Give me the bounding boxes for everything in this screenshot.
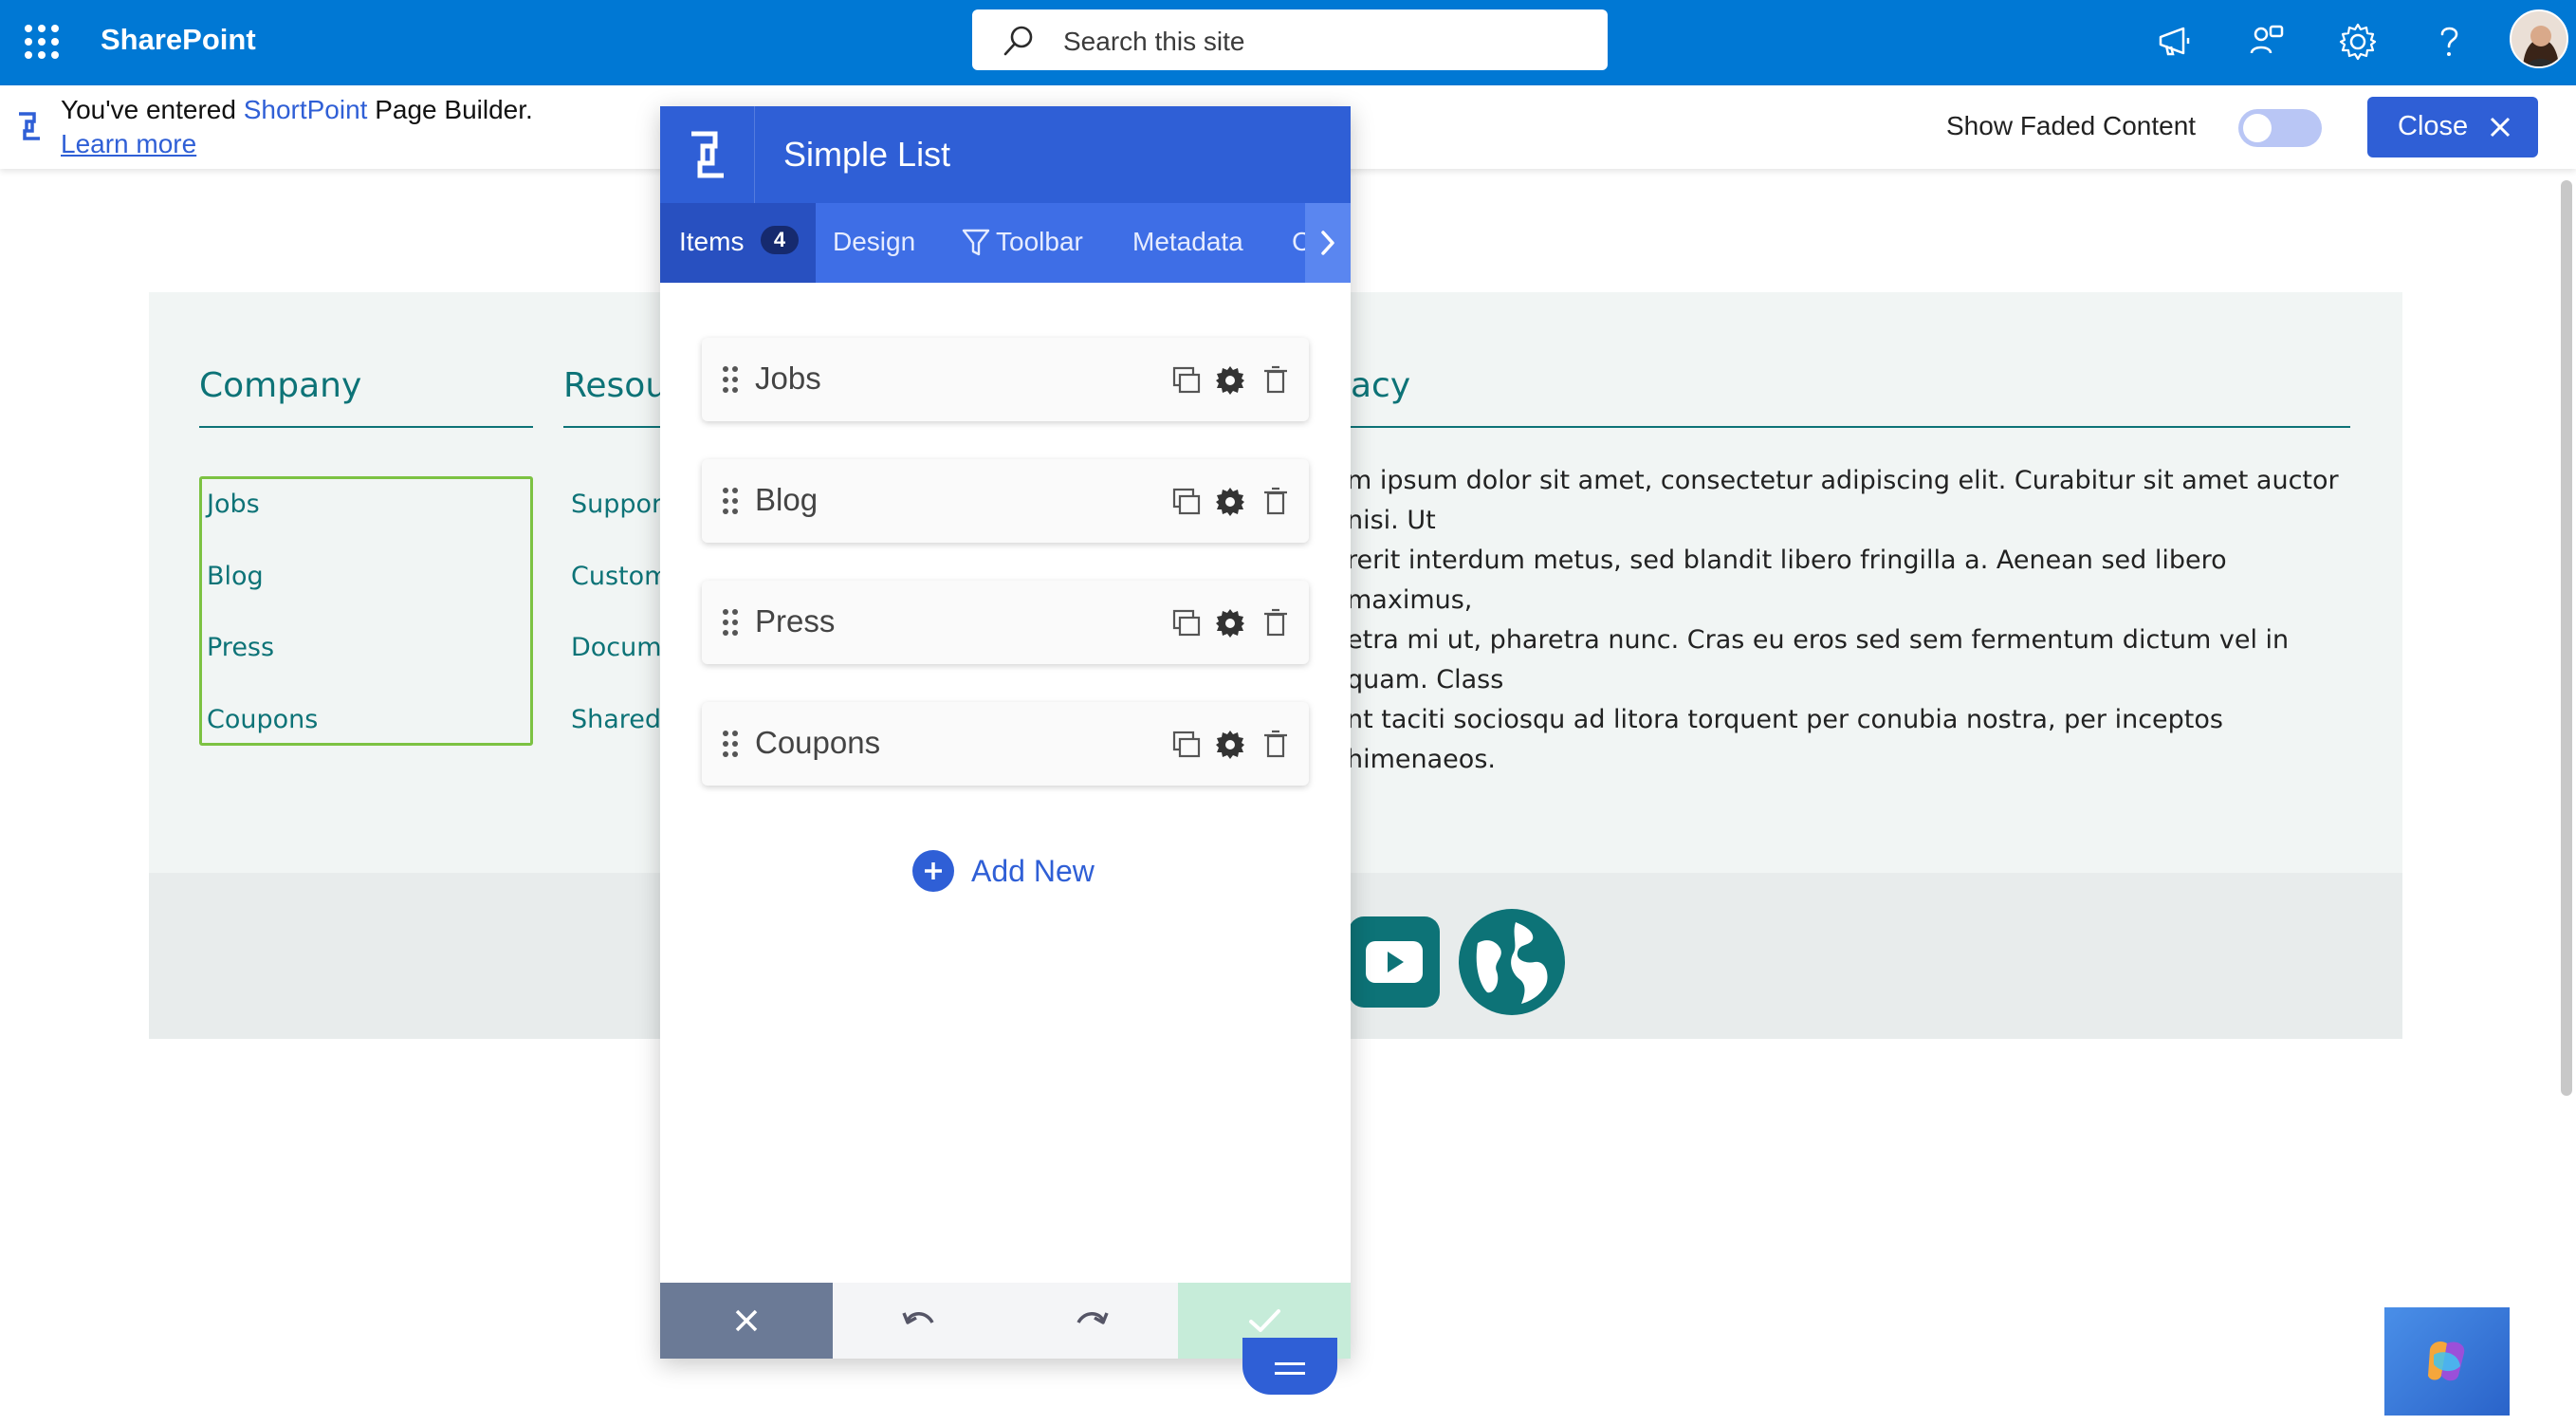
footer-link-support[interactable]: Suppor [571, 490, 662, 519]
column-title-privacy: acy [1351, 366, 1411, 405]
drag-handle-icon[interactable] [723, 731, 738, 757]
privacy-text: m ipsum dolor sit amet, consectetur adip… [1347, 466, 2339, 774]
tab-more[interactable]: C [1277, 203, 1311, 283]
list-item-label: Blog [755, 482, 819, 517]
show-faded-content-toggle[interactable] [2238, 109, 2322, 147]
help-icon[interactable] [2428, 21, 2470, 63]
tab-design[interactable]: Design [816, 203, 948, 283]
items-count-badge: 4 [761, 226, 799, 254]
undo-icon [902, 1312, 934, 1324]
list-item[interactable]: Coupons [702, 702, 1309, 786]
waffle-icon[interactable] [21, 21, 59, 59]
share-network-icon[interactable] [2246, 21, 2288, 63]
settings-gear-icon[interactable] [1214, 486, 1246, 518]
duplicate-icon[interactable] [1170, 729, 1203, 761]
editor-tabs: Items 4 Design Toolbar Metadata C [660, 203, 1351, 283]
tabs-scroll-right-button[interactable] [1305, 203, 1351, 283]
copilot-icon[interactable] [2384, 1307, 2510, 1416]
delete-icon[interactable] [1260, 607, 1292, 639]
editor-header: Simple List [660, 106, 1351, 203]
drag-handle-icon[interactable] [723, 609, 738, 636]
suite-bar: SharePoint Search this site [0, 0, 2576, 85]
footer-link-press[interactable]: Press [207, 633, 274, 662]
tab-metadata[interactable]: Metadata [1115, 203, 1277, 283]
avatar[interactable] [2510, 9, 2568, 68]
gear-icon[interactable] [2337, 21, 2379, 63]
settings-gear-icon[interactable] [1214, 607, 1246, 639]
app-title[interactable]: SharePoint [101, 23, 256, 57]
column-divider [1351, 426, 2350, 428]
redo-icon [1076, 1312, 1109, 1324]
learn-more-link[interactable]: Learn more [61, 129, 196, 159]
tab-toolbar[interactable]: Toolbar [948, 203, 1115, 283]
list-item-label: Coupons [755, 725, 881, 760]
list-item[interactable]: Jobs [702, 338, 1309, 421]
duplicate-icon[interactable] [1170, 486, 1203, 518]
footer-link-jobs[interactable]: Jobs [207, 490, 260, 519]
search-placeholder: Search this site [1063, 27, 1245, 56]
chevron-right-icon [1321, 231, 1334, 255]
megaphone-icon[interactable] [2155, 21, 2197, 63]
settings-gear-icon[interactable] [1214, 729, 1246, 761]
shortpoint-logo-icon [19, 112, 40, 140]
shortpoint-logo-icon [660, 106, 755, 203]
drag-handle-icon[interactable] [723, 366, 738, 393]
builder-menu-button[interactable] [1242, 1338, 1337, 1395]
footer-link-blog[interactable]: Blog [207, 562, 264, 591]
footer-link-shared[interactable]: Shared [571, 705, 661, 734]
delete-icon[interactable] [1260, 486, 1292, 518]
delete-icon[interactable] [1260, 729, 1292, 761]
settings-gear-icon[interactable] [1214, 364, 1246, 397]
plus-circle-icon [912, 850, 954, 892]
search-input[interactable]: Search this site [972, 9, 1608, 70]
list-item[interactable]: Blog [702, 459, 1309, 543]
footer-link-coupons[interactable]: Coupons [207, 705, 318, 734]
close-button[interactable]: Close [2367, 97, 2538, 157]
column-divider [563, 426, 668, 428]
duplicate-icon[interactable] [1170, 364, 1203, 397]
builder-notice: You've entered ShortPoint Page Builder. [61, 95, 533, 124]
column-divider [199, 426, 533, 428]
editor-title: Simple List [783, 135, 951, 174]
close-icon [735, 1309, 758, 1332]
footer-link-customers[interactable]: Custom [571, 562, 669, 591]
show-faded-content-label: Show Faded Content [1946, 111, 2197, 140]
list-item-label: Jobs [755, 361, 821, 396]
column-title-resources: Resou [563, 366, 668, 405]
redo-button[interactable] [1005, 1283, 1178, 1359]
globe-icon[interactable] [1459, 909, 1565, 1015]
duplicate-icon[interactable] [1170, 607, 1203, 639]
tab-items[interactable]: Items 4 [660, 203, 816, 283]
drag-handle-icon[interactable] [723, 488, 738, 514]
add-new-item-button[interactable]: Add New [912, 848, 1112, 894]
column-title-company: Company [199, 366, 362, 405]
close-icon [2490, 117, 2511, 138]
search-icon [1003, 26, 1033, 56]
cancel-button[interactable] [660, 1283, 833, 1359]
list-item[interactable]: Press [702, 581, 1309, 664]
filter-icon [962, 229, 990, 256]
checkmark-icon [1249, 1309, 1280, 1332]
undo-button[interactable] [833, 1283, 1005, 1359]
youtube-icon[interactable] [1347, 915, 1442, 1009]
list-item-label: Press [755, 603, 836, 638]
simple-list-editor: Simple List Items 4 Design Toolbar Metad… [660, 106, 1351, 1359]
delete-icon[interactable] [1260, 364, 1292, 397]
page-scrollbar[interactable] [2561, 180, 2572, 1096]
